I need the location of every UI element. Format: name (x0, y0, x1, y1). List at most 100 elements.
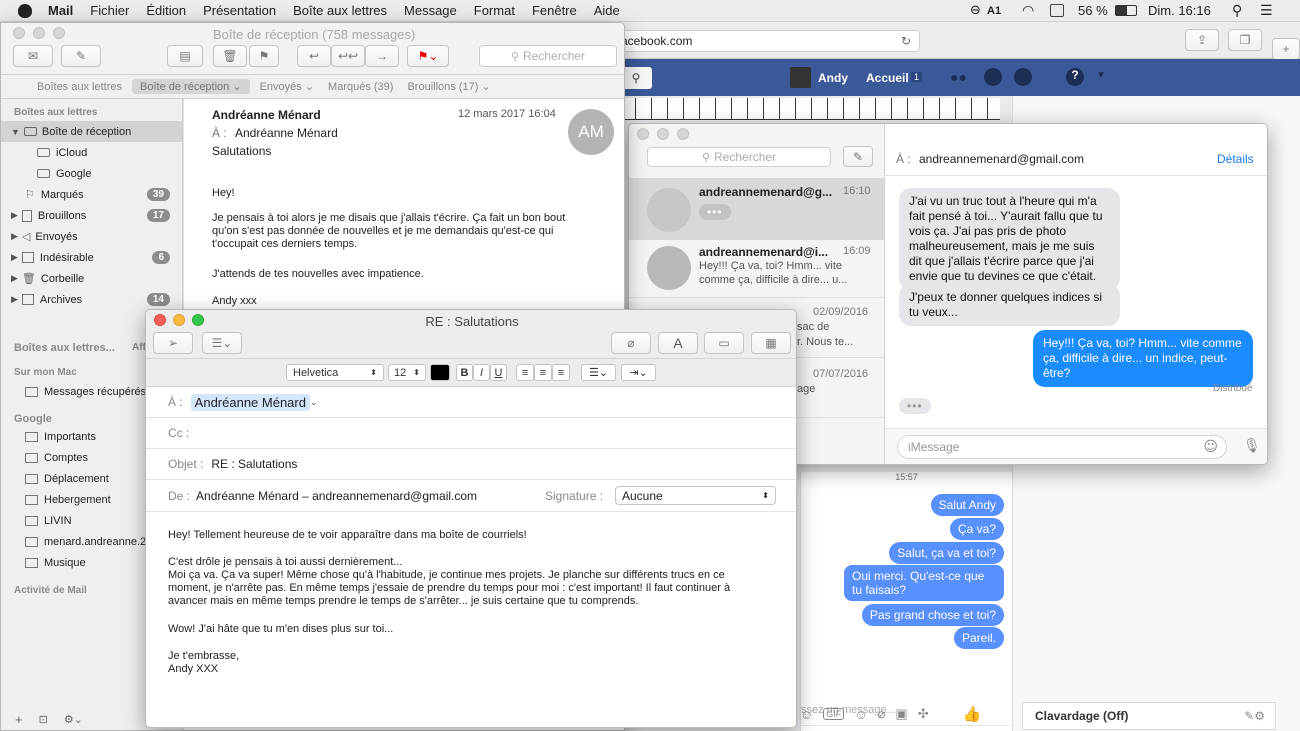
sidebar-item-drafts[interactable]: ▶ Brouillons 17 (1, 205, 182, 226)
flag-button[interactable]: ⚑⌄ (407, 45, 449, 67)
indent-button[interactable]: ⇥⌄ (621, 364, 656, 381)
disclosure-closed-icon[interactable]: ▶ (11, 273, 18, 284)
sticker-icon[interactable]: ☺ (800, 707, 813, 722)
menu-item-fenetre[interactable]: Fenêtre (532, 3, 577, 18)
italic-button[interactable]: I (473, 364, 490, 381)
align-center-button[interactable]: ≡ (534, 364, 552, 381)
attach-button[interactable]: ⌀ (611, 332, 651, 354)
format-button[interactable]: A (658, 332, 698, 354)
recipient-token[interactable]: Andréanne Ménard (190, 393, 310, 411)
font-size-select[interactable]: 12 ⬍ (388, 364, 426, 381)
align-left-button[interactable]: ≡ (516, 364, 534, 381)
menu-item-presentation[interactable]: Présentation (203, 3, 276, 18)
reply-button[interactable]: ↩ (297, 45, 331, 67)
archive-button[interactable]: ▤ (167, 45, 203, 67)
keyboard-flag-icon[interactable] (1050, 4, 1064, 17)
disclosure-closed-icon[interactable]: ▶ (11, 294, 18, 305)
fb-help-icon[interactable]: ? (1066, 68, 1084, 86)
template-button[interactable]: ▦ (751, 332, 791, 354)
imessage-input[interactable]: iMessage ☺ (897, 435, 1227, 459)
favorites-drafts[interactable]: Brouillons (17) ⌄ (407, 80, 490, 93)
sidebar-section-show[interactable]: Aff (132, 342, 146, 353)
fb-home-link[interactable]: Accueil (866, 71, 909, 85)
sidebar-item-trash[interactable]: ▶ 🗑 Corbeille (1, 268, 182, 289)
minimize-button[interactable] (657, 128, 669, 140)
sidebar-item-inbox[interactable]: ▼ Boîte de réception (1, 121, 182, 142)
compose-button[interactable]: ✎ (61, 45, 101, 67)
recipient-chevron-icon[interactable]: ⌄ (310, 397, 318, 408)
menu-app-name[interactable]: Mail (48, 3, 73, 18)
forward-button[interactable]: → (365, 45, 399, 67)
disclosure-open-icon[interactable]: ▼ (11, 127, 20, 137)
add-mailbox-button[interactable]: + (15, 712, 23, 727)
sidebar-item-google[interactable]: Google (1, 163, 182, 184)
get-mail-button[interactable]: ✉ (13, 45, 53, 67)
close-button[interactable] (637, 128, 649, 140)
favorites-sent[interactable]: Envoyés ⌄ (260, 80, 314, 93)
favorites-flagged[interactable]: Marqués (39) (328, 81, 393, 93)
clock[interactable]: Dim. 16:16 (1148, 3, 1211, 18)
conversation-row[interactable]: andreannemenard@i... 16:09 Hey!!! Ça va,… (629, 240, 885, 298)
header-fields-button[interactable]: ☰⌄ (202, 332, 242, 354)
compose-body[interactable]: Hey! Tellement heureuse de te voir appar… (168, 525, 768, 725)
photo-browser-button[interactable]: ▭ (704, 332, 744, 354)
emoji-icon[interactable]: ☺ (854, 707, 867, 722)
menu-item-message[interactable]: Message (404, 3, 457, 18)
fb-sidebar-footer[interactable]: Clavardage (Off) ✎⚙ (1022, 702, 1276, 730)
fb-messenger-icon[interactable] (984, 68, 1002, 86)
url-bar[interactable]: acebook.com ↻ (600, 30, 920, 52)
conversation-row[interactable]: andreannemenard@g... 16:10 ••• (629, 178, 885, 240)
fb-user-name[interactable]: Andy (818, 71, 848, 85)
camera-icon[interactable]: ▣ (895, 706, 907, 722)
fb-avatar[interactable] (790, 67, 811, 88)
details-link[interactable]: Détails (1217, 152, 1254, 166)
new-tab-button[interactable]: + (1272, 38, 1300, 60)
zoom-button[interactable] (677, 128, 689, 140)
delete-button[interactable]: 🗑 (213, 45, 247, 67)
battery-text[interactable]: 56 % (1078, 3, 1108, 18)
subject-field[interactable]: Objet : RE : Salutations (146, 449, 796, 480)
gif-icon[interactable]: GIF (823, 708, 845, 720)
disclosure-closed-icon[interactable]: ▶ (11, 231, 18, 242)
fb-friends-icon[interactable]: ●● (950, 69, 967, 85)
emoji-icon[interactable]: ☺ (1203, 439, 1218, 455)
minimize-button[interactable] (33, 27, 45, 39)
messages-search-input[interactable]: ⚲ Rechercher (647, 147, 831, 167)
microphone-icon[interactable]: 🎙 (1243, 438, 1261, 454)
mailbox-view-button[interactable]: ⊡ (39, 713, 48, 726)
sidebar-item-flagged[interactable]: ⚐ Marqués 39 (1, 184, 182, 205)
font-family-select[interactable]: Helvetica ⬍ (286, 364, 384, 381)
wifi-icon[interactable]: ◠ (1022, 3, 1034, 19)
game-icon[interactable]: ✣ (918, 706, 929, 722)
menu-item-edition[interactable]: Édition (146, 3, 186, 18)
time-machine-icon[interactable]: ⊖ (970, 3, 981, 18)
send-button[interactable]: ➢ (153, 332, 193, 354)
reload-icon[interactable]: ↻ (901, 34, 911, 48)
reply-all-button[interactable]: ↩↩ (331, 45, 365, 67)
menu-item-format[interactable]: Format (474, 3, 515, 18)
junk-button[interactable]: ⚑ (249, 45, 279, 67)
menu-item-fichier[interactable]: Fichier (90, 3, 129, 18)
message-sender[interactable]: Andréanne Ménard (212, 108, 321, 122)
share-button[interactable]: ⇪ (1185, 29, 1219, 51)
favorites-inbox[interactable]: Boîte de réception ⌄ (132, 79, 250, 94)
fb-dropdown-icon[interactable]: ▼ (1096, 70, 1106, 81)
menu-item-aide[interactable]: Aide (594, 3, 620, 18)
notification-center-icon[interactable]: ☰ (1260, 3, 1273, 19)
settings-menu-button[interactable]: ⚙⌄ (64, 713, 83, 726)
compose-message-button[interactable]: ✎ (843, 146, 873, 167)
sidebar-item-sent[interactable]: ▶ ◁ Envoyés (1, 226, 182, 247)
bold-button[interactable]: B (456, 364, 473, 381)
zoom-button[interactable] (53, 27, 65, 39)
message-recipient[interactable]: Andréanne Ménard (235, 126, 338, 140)
sidebar-item-icloud[interactable]: iCloud (1, 142, 182, 163)
fb-globe-icon[interactable] (1014, 68, 1032, 86)
from-value[interactable]: Andréanne Ménard – andreannemenard@gmail… (196, 489, 477, 503)
fb-sidebar-settings-icon[interactable]: ✎⚙ (1244, 709, 1265, 723)
text-color-swatch[interactable] (430, 364, 450, 381)
close-button[interactable] (13, 27, 25, 39)
like-icon[interactable]: 👍 (963, 705, 982, 723)
cc-field[interactable]: Cc : (146, 418, 796, 449)
menu-item-boite[interactable]: Boîte aux lettres (293, 3, 387, 18)
from-field[interactable]: De : Andréanne Ménard – andreannemenard@… (146, 480, 796, 512)
